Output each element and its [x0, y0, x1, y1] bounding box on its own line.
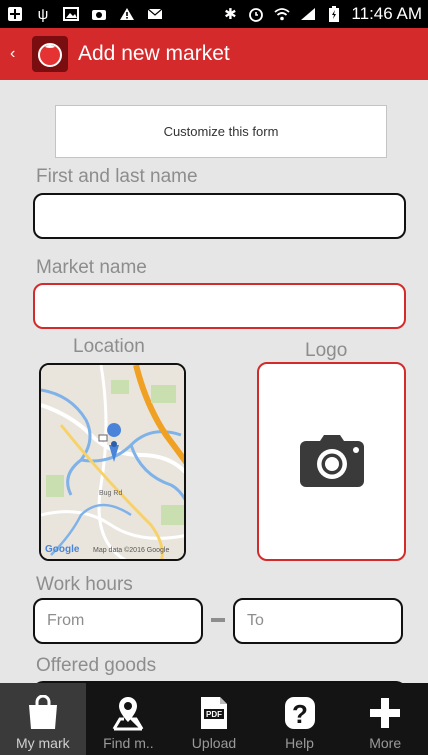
logo-label: Logo: [305, 340, 348, 361]
help-icon: ?: [284, 695, 316, 731]
svg-text:PDF: PDF: [206, 710, 222, 719]
logo-upload-box[interactable]: [257, 362, 406, 561]
mail-icon: [146, 6, 164, 22]
nav-label: Help: [285, 735, 314, 751]
offered-goods-label: Offered goods: [36, 655, 157, 676]
customize-form-button[interactable]: Customize this form: [55, 105, 387, 158]
camera-icon: [90, 6, 108, 22]
svg-text:?: ?: [292, 699, 308, 729]
shopping-bag-icon: [26, 695, 60, 731]
work-hours-label: Work hours: [36, 574, 133, 595]
location-label: Location: [73, 336, 145, 357]
market-name-field[interactable]: [33, 283, 406, 329]
market-name-label: Market name: [36, 257, 147, 278]
nav-more[interactable]: More: [342, 683, 428, 755]
warning-icon: [118, 6, 136, 22]
add-icon: [6, 6, 24, 22]
nav-my-markets[interactable]: My mark: [0, 683, 86, 755]
battery-icon: [325, 6, 343, 22]
nav-label: More: [369, 735, 402, 751]
status-bar: ψ ✱ 11:46 AM: [0, 0, 428, 28]
page-title: Add new market: [78, 42, 230, 65]
nav-label: Upload: [191, 735, 237, 751]
status-time: 11:46 AM: [351, 4, 422, 23]
location-map[interactable]: Bug Rd Google Map data ©2016 Google: [39, 363, 186, 561]
bottom-navigation: My mark Find m.. PDF Upload ? Help More: [0, 683, 428, 755]
nav-upload[interactable]: PDF Upload: [171, 683, 257, 755]
image-icon: [62, 6, 80, 22]
map-attribution: Map data ©2016 Google: [93, 547, 170, 554]
from-field[interactable]: From: [33, 598, 203, 644]
name-field[interactable]: [33, 193, 406, 239]
nav-label: My mark: [15, 735, 70, 751]
to-field[interactable]: To: [233, 598, 403, 644]
map-google-logo: Google: [45, 544, 80, 555]
plus-icon: [368, 695, 402, 731]
map-pin-icon: [110, 695, 146, 731]
camera-icon: [299, 434, 364, 487]
bluetooth-icon: ✱: [224, 6, 237, 23]
nav-help[interactable]: ? Help: [257, 683, 343, 755]
pdf-icon: PDF: [199, 695, 229, 731]
usb-icon: ψ: [37, 5, 49, 23]
time-range-dash: [211, 618, 225, 622]
map-road-label: Bug Rd: [99, 490, 123, 497]
name-label: First and last name: [36, 166, 198, 187]
alarm-icon: [247, 6, 265, 22]
signal-icon: [299, 6, 317, 22]
tomato-logo-icon[interactable]: [32, 36, 68, 72]
back-chevron-icon[interactable]: ‹: [10, 45, 26, 63]
map-graphic: [41, 365, 184, 559]
app-bar: ‹ Add new market: [0, 28, 428, 80]
wifi-icon: [273, 6, 291, 22]
nav-label: Find m..: [103, 735, 154, 751]
nav-find-markets[interactable]: Find m..: [86, 683, 172, 755]
